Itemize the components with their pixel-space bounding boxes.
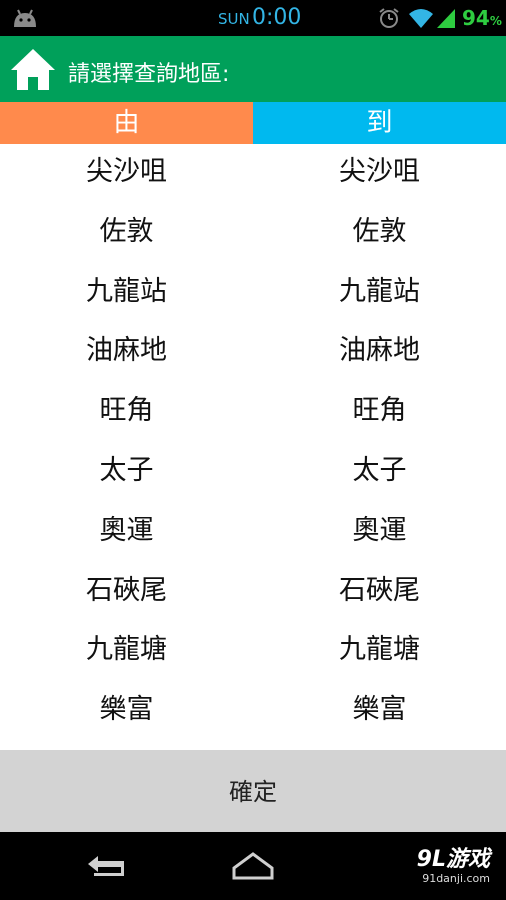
watermark-main: 9L游戏 bbox=[416, 847, 490, 872]
to-column-header: 到 bbox=[253, 102, 506, 144]
to-list-item[interactable]: 樂富 bbox=[253, 682, 506, 742]
column-headers: 由 到 bbox=[0, 102, 506, 144]
to-list-item[interactable]: 九龍塘 bbox=[253, 622, 506, 682]
android-icon bbox=[14, 9, 36, 27]
from-list-item[interactable]: 尖沙咀 bbox=[0, 144, 253, 204]
app-header: 請選擇查詢地區: bbox=[0, 36, 506, 102]
to-list-item[interactable]: 佐敦 bbox=[253, 204, 506, 264]
home-icon[interactable] bbox=[8, 46, 58, 92]
from-column-header: 由 bbox=[0, 102, 253, 144]
signal-icon bbox=[437, 9, 455, 28]
from-list-item[interactable]: 樂富 bbox=[0, 682, 253, 742]
from-list-item[interactable]: 旺角 bbox=[0, 383, 253, 443]
back-icon[interactable] bbox=[84, 852, 130, 880]
watermark-logo: 9L游戏 91danji.com bbox=[416, 847, 490, 886]
to-list-item[interactable]: 奧運 bbox=[253, 503, 506, 563]
battery-level: 94% bbox=[462, 6, 502, 30]
alarm-clock-icon bbox=[379, 8, 399, 28]
from-list-item[interactable]: 九龍站 bbox=[0, 264, 253, 324]
wifi-icon bbox=[409, 9, 433, 28]
home-nav-icon[interactable] bbox=[230, 850, 276, 882]
status-time: 0:00 bbox=[252, 5, 302, 30]
status-day: SUN bbox=[218, 10, 250, 28]
to-list-item[interactable]: 油麻地 bbox=[253, 323, 506, 383]
from-list-item[interactable]: 九龍塘 bbox=[0, 622, 253, 682]
watermark-sub: 91danji.com bbox=[422, 872, 490, 885]
from-list-item[interactable]: 奧運 bbox=[0, 503, 253, 563]
navigation-bar: 9L游戏 91danji.com bbox=[0, 832, 506, 900]
confirm-button[interactable]: 確定 bbox=[0, 750, 506, 832]
to-district-list[interactable]: 尖沙咀 佐敦 九龍站 油麻地 旺角 太子 奧運 石硤尾 九龍塘 樂富 bbox=[253, 144, 506, 750]
from-district-list[interactable]: 尖沙咀 佐敦 九龍站 油麻地 旺角 太子 奧運 石硤尾 九龍塘 樂富 bbox=[0, 144, 253, 750]
from-list-item[interactable]: 太子 bbox=[0, 443, 253, 503]
to-list-item[interactable]: 石硤尾 bbox=[253, 563, 506, 623]
from-list-item[interactable]: 佐敦 bbox=[0, 204, 253, 264]
to-list-item[interactable]: 九龍站 bbox=[253, 264, 506, 324]
to-list-item[interactable]: 太子 bbox=[253, 443, 506, 503]
page-title: 請選擇查詢地區: bbox=[68, 62, 230, 87]
to-list-item[interactable]: 尖沙咀 bbox=[253, 144, 506, 204]
to-list-item[interactable]: 旺角 bbox=[253, 383, 506, 443]
status-bar: SUN 0:00 94% bbox=[0, 0, 506, 36]
from-list-item[interactable]: 石硤尾 bbox=[0, 563, 253, 623]
from-list-item[interactable]: 油麻地 bbox=[0, 323, 253, 383]
